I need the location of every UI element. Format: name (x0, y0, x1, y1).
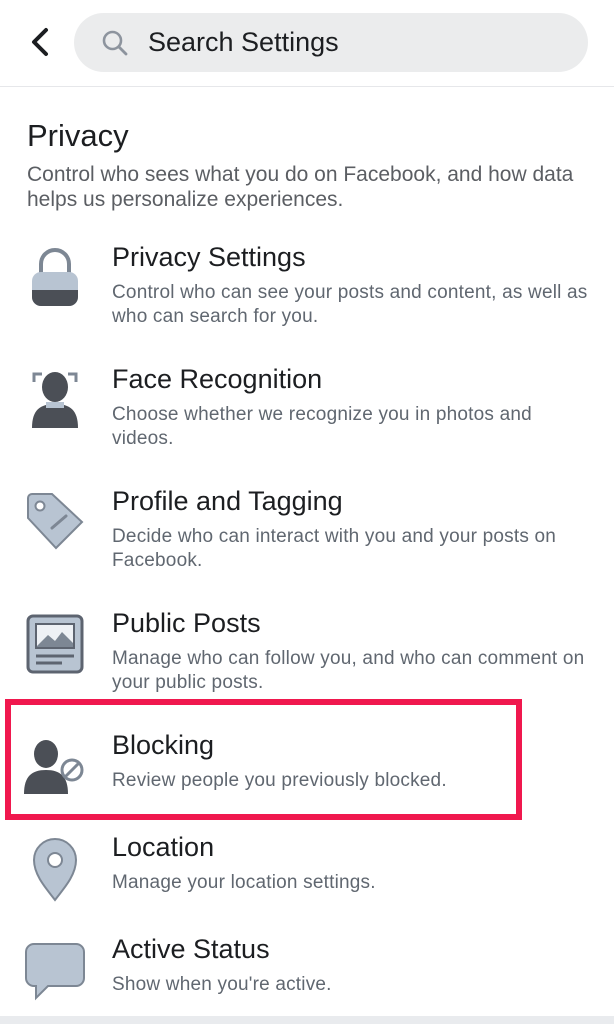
location-pin-icon (22, 836, 88, 902)
blocked-user-icon (22, 732, 88, 798)
chat-bubble-icon (22, 938, 88, 1004)
item-description: Manage your location settings. (112, 872, 376, 893)
settings-item-profile-and-tagging[interactable]: Profile and Tagging Decide who can inter… (0, 482, 614, 592)
public-post-icon (22, 610, 88, 676)
face-recognition-icon (22, 364, 88, 430)
item-title: Location (112, 832, 215, 862)
item-description: Control who can see your posts and conte… (112, 282, 588, 327)
lock-icon (22, 244, 88, 310)
section-title: Privacy (27, 118, 129, 153)
item-description: Manage who can follow you, and who can c… (112, 648, 585, 693)
item-title: Active Status (112, 934, 270, 964)
item-title: Public Posts (112, 608, 261, 638)
top-bar (0, 0, 614, 87)
item-title: Blocking (112, 730, 215, 760)
settings-item-public-posts[interactable]: Public Posts Manage who can follow you, … (0, 604, 614, 714)
tag-icon (22, 488, 88, 554)
search-icon (102, 30, 128, 56)
item-description: Review people you previously blocked. (112, 770, 447, 791)
search-input[interactable] (148, 13, 568, 72)
item-description: Decide who can interact with you and you… (112, 526, 557, 571)
search-bar[interactable] (74, 13, 588, 72)
item-title: Privacy Settings (112, 242, 306, 272)
item-description: Show when you're active. (112, 974, 332, 995)
settings-item-active-status[interactable]: Active Status Show when you're active. (0, 930, 614, 1014)
item-title: Face Recognition (112, 364, 323, 394)
item-description: Choose whether we recognize you in photo… (112, 404, 532, 449)
settings-item-privacy-settings[interactable]: Privacy Settings Control who can see you… (0, 238, 614, 348)
settings-item-location[interactable]: Location Manage your location settings. (0, 828, 614, 918)
settings-item-blocking[interactable]: Blocking Review people you previously bl… (0, 726, 614, 816)
settings-item-face-recognition[interactable]: Face Recognition Choose whether we recog… (0, 360, 614, 470)
back-button[interactable] (22, 24, 58, 60)
item-title: Profile and Tagging (112, 486, 343, 516)
section-description: Control who sees what you do on Facebook… (27, 163, 574, 211)
chevron-left-icon (32, 28, 48, 56)
bottom-divider (0, 1016, 614, 1024)
